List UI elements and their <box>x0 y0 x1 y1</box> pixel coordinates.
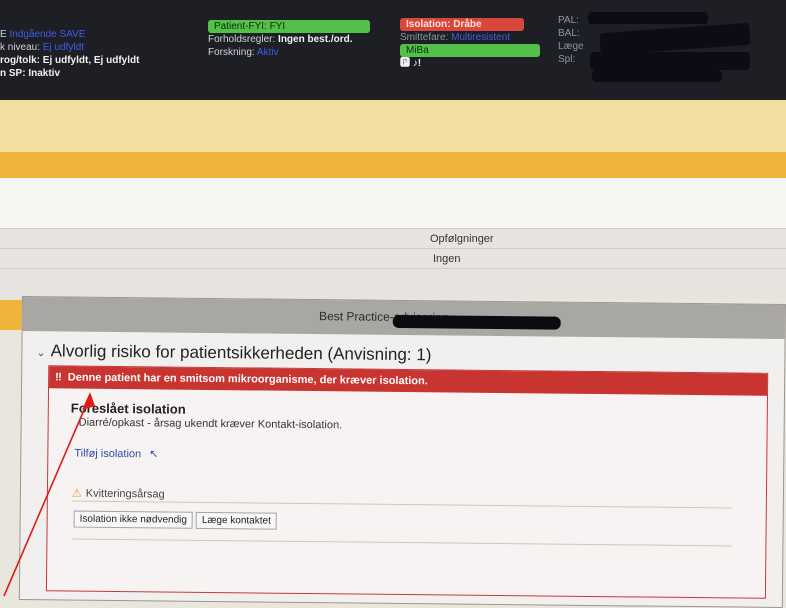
annotation-arrow <box>3 392 95 597</box>
